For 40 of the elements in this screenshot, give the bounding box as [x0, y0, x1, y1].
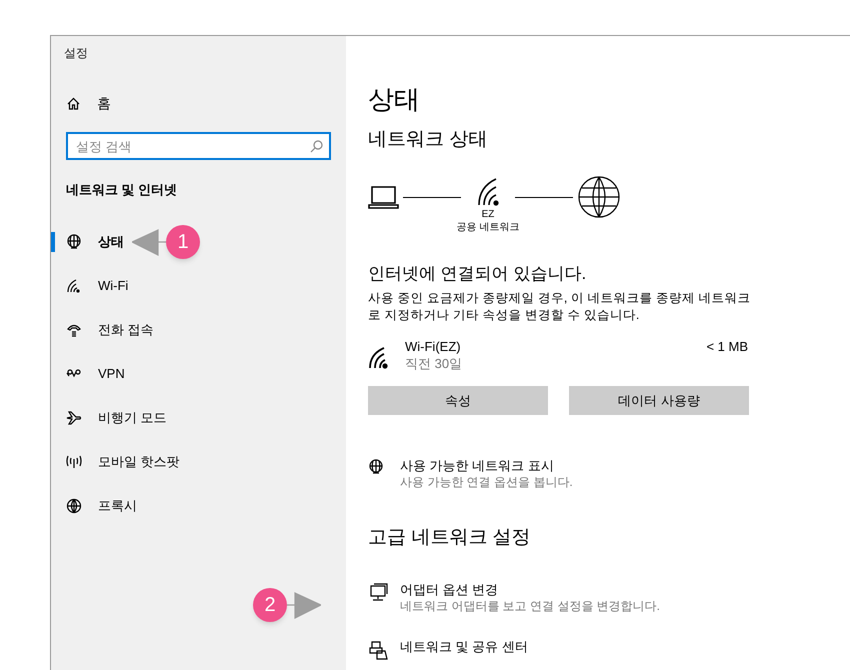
description-text: 사용 중인 요금제가 종량제일 경우, 이 네트워크를 종량제 네트워크로 지정하거나 기타 속성을 변경할 수 있습니다.: [368, 290, 752, 324]
search-field[interactable]: 설정 검색: [66, 132, 331, 160]
nav-item[interactable]: 비행기 모드: [51, 396, 346, 440]
network-type: 공용 네트워크: [456, 220, 520, 234]
setting-description: 사용 가능한 연결 옵션을 봅니다.: [400, 474, 573, 490]
globe-icon: [577, 174, 621, 218]
data-usage: < 1 MB: [706, 338, 748, 355]
airplane-icon: [66, 410, 82, 426]
nav-item[interactable]: VPN: [51, 352, 346, 396]
globe-icon: [66, 498, 82, 514]
globe-icon: [66, 234, 82, 250]
connection-period: 직전 30일: [405, 355, 464, 372]
home-icon: [66, 96, 81, 110]
window-title: 설정: [63, 45, 89, 62]
connection-line: [515, 196, 573, 198]
connection-line: [403, 196, 461, 198]
monitor-icon: [368, 582, 388, 602]
network-name: EZ: [482, 208, 494, 220]
status-text: 인터넷에 연결되어 있습니다.: [368, 262, 588, 284]
page-title: 상태: [368, 83, 421, 116]
section-heading: 고급 네트워크 설정: [368, 526, 532, 550]
nav-item[interactable]: 모바일 핫스팟: [51, 440, 346, 484]
action-button[interactable]: 데이터 사용량: [569, 386, 749, 415]
setting-description: 네트워크 어댑터를 보고 연결 설정을 변경합니다.: [400, 598, 660, 614]
action-button[interactable]: 속성: [368, 386, 548, 415]
printer-icon: [368, 640, 388, 660]
search-icon: [310, 140, 323, 153]
setting-link[interactable]: 네트워크 및 공유 센터: [400, 638, 528, 654]
wifi-icon: [66, 278, 82, 294]
section-heading: 네트워크 상태: [368, 128, 488, 152]
home-link[interactable]: 홈: [97, 92, 111, 114]
section-title: 네트워크 및 인터넷: [65, 181, 178, 199]
nav-item[interactable]: 전화 접속: [51, 308, 346, 352]
antenna-icon: [66, 454, 82, 470]
nav-item[interactable]: 프록시: [51, 484, 346, 528]
laptop-icon: [368, 184, 399, 208]
setting-link[interactable]: 어댑터 옵션 변경: [400, 580, 660, 598]
connection-name: Wi-Fi(EZ): [405, 338, 462, 355]
nav-item[interactable]: Wi-Fi: [51, 264, 346, 308]
setting-link[interactable]: 사용 가능한 네트워크 표시: [400, 457, 573, 474]
